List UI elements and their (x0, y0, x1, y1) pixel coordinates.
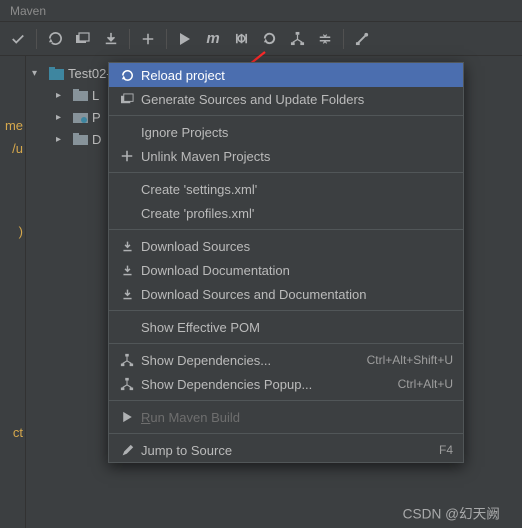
reload-icon (117, 68, 137, 83)
menu-label: Jump to Source (141, 443, 429, 458)
menu-item-reload-project[interactable]: Reload project (109, 63, 463, 87)
menu-separator (109, 229, 463, 230)
download-icon (117, 264, 137, 277)
menu-item-jump-to-source[interactable]: Jump to SourceF4 (109, 438, 463, 462)
separator (36, 29, 37, 49)
menu-item-create-settings-xml[interactable]: Create 'settings.xml' (109, 177, 463, 201)
menu-label: Create 'profiles.xml' (141, 206, 453, 221)
gear-folder-icon (72, 109, 88, 125)
menu-label: Generate Sources and Update Folders (141, 92, 453, 107)
maven-m-icon[interactable]: m (199, 25, 227, 53)
editor-gutter: me /u ) ct (0, 56, 26, 528)
tree-label: D (92, 132, 101, 147)
unlink-icon (117, 149, 137, 163)
menu-item-download-sources-and-documentation[interactable]: Download Sources and Documentation (109, 282, 463, 306)
download-icon[interactable] (97, 25, 125, 53)
menu-label: Show Dependencies Popup... (141, 377, 388, 392)
menu-label: Ignore Projects (141, 125, 453, 140)
maven-toolbar: m (0, 22, 522, 56)
chevron-down-icon[interactable]: ▾ (32, 68, 44, 79)
menu-item-ignore-projects[interactable]: Ignore Projects (109, 120, 463, 144)
menu-label: Download Sources (141, 239, 453, 254)
maven-context-menu: Reload project Generate Sources and Updat… (108, 62, 464, 463)
menu-separator (109, 310, 463, 311)
menu-item-download-documentation[interactable]: Download Documentation (109, 258, 463, 282)
menu-label: Reload project (141, 68, 453, 83)
reload-icon[interactable] (41, 25, 69, 53)
menu-item-show-dependencies-popup[interactable]: Show Dependencies Popup...Ctrl+Alt+U (109, 372, 463, 396)
edit-icon (117, 444, 137, 457)
menu-item-create-profiles-xml[interactable]: Create 'profiles.xml' (109, 201, 463, 225)
refresh-icon[interactable] (255, 25, 283, 53)
menu-label: Show Effective POM (141, 320, 453, 335)
download-icon (117, 288, 137, 301)
folder-icon (72, 131, 88, 147)
add-icon[interactable] (134, 25, 162, 53)
menu-label: Run Maven Build (141, 410, 453, 425)
menu-label: Download Sources and Documentation (141, 287, 453, 302)
run-icon (117, 411, 137, 423)
menu-item-show-effective-pom[interactable]: Show Effective POM (109, 315, 463, 339)
menu-separator (109, 433, 463, 434)
deps-icon (117, 353, 137, 367)
menu-label: Show Dependencies... (141, 353, 357, 368)
deps-icon (117, 377, 137, 391)
tree-label: L (92, 88, 99, 103)
skip-tests-icon[interactable] (227, 25, 255, 53)
menu-separator (109, 343, 463, 344)
menu-separator (109, 400, 463, 401)
checkmark-icon[interactable] (4, 25, 32, 53)
chevron-right-icon[interactable]: ▸ (56, 134, 68, 145)
settings-icon[interactable] (348, 25, 376, 53)
collapse-icon[interactable] (311, 25, 339, 53)
chevron-right-icon[interactable]: ▸ (56, 112, 68, 123)
menu-separator (109, 115, 463, 116)
maven-module-icon (48, 65, 64, 81)
download-icon (117, 240, 137, 253)
menu-label: Create 'settings.xml' (141, 182, 453, 197)
run-icon[interactable] (171, 25, 199, 53)
menu-item-generate-sources-and-update-folders[interactable]: Generate Sources and Update Folders (109, 87, 463, 111)
deps-icon[interactable] (283, 25, 311, 53)
folders-icon[interactable] (69, 25, 97, 53)
watermark: CSDN @幻天阙 (403, 503, 500, 523)
menu-item-show-dependencies[interactable]: Show Dependencies...Ctrl+Alt+Shift+U (109, 348, 463, 372)
menu-shortcut: Ctrl+Alt+U (388, 377, 453, 391)
tree-label: P (92, 110, 101, 125)
menu-separator (109, 172, 463, 173)
chevron-right-icon[interactable]: ▸ (56, 90, 68, 101)
generate-icon (117, 93, 137, 106)
panel-title: Maven (10, 4, 46, 18)
menu-label: Download Documentation (141, 263, 453, 278)
separator (166, 29, 167, 49)
panel-header: Maven (0, 0, 522, 22)
menu-item-unlink-maven-projects[interactable]: Unlink Maven Projects (109, 144, 463, 168)
separator (129, 29, 130, 49)
menu-label: Unlink Maven Projects (141, 149, 453, 164)
menu-shortcut: Ctrl+Alt+Shift+U (357, 353, 453, 367)
menu-item-download-sources[interactable]: Download Sources (109, 234, 463, 258)
folder-icon (72, 87, 88, 103)
menu-item-run-maven-build: Run Maven Build (109, 405, 463, 429)
menu-shortcut: F4 (429, 443, 453, 457)
separator (343, 29, 344, 49)
